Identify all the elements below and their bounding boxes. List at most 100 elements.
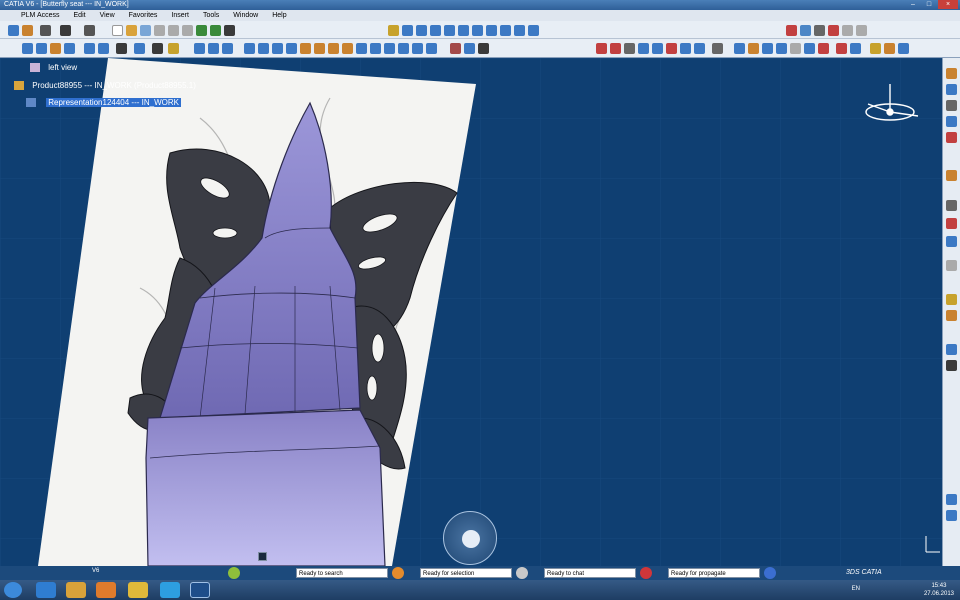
annotation-icon[interactable]: [450, 43, 461, 54]
fit-all-icon[interactable]: [388, 25, 399, 36]
paint-icon[interactable]: [836, 43, 847, 54]
chat-status-field[interactable]: Ready to chat: [544, 568, 636, 578]
move-icon[interactable]: [804, 43, 815, 54]
sketch-icon[interactable]: [168, 43, 179, 54]
iso-view-icon[interactable]: [486, 25, 497, 36]
close-button[interactable]: ×: [938, 0, 958, 9]
material-tool-icon[interactable]: [946, 170, 957, 181]
light-icon[interactable]: [610, 43, 621, 54]
box-icon[interactable]: [776, 43, 787, 54]
pattern-icon[interactable]: [356, 43, 367, 54]
pan-icon[interactable]: [402, 25, 413, 36]
settings-tool-icon[interactable]: [946, 360, 957, 371]
sticker-tool-icon[interactable]: [946, 132, 957, 143]
tree-item-left-view[interactable]: left view: [30, 62, 77, 74]
extract-icon[interactable]: [426, 43, 437, 54]
selection-status-field[interactable]: Ready for selection: [420, 568, 512, 578]
select-tool-icon[interactable]: [946, 84, 957, 95]
revolve-icon[interactable]: [98, 43, 109, 54]
filter-icon[interactable]: [478, 43, 489, 54]
cube-icon[interactable]: [842, 25, 853, 36]
publish-icon[interactable]: [898, 43, 909, 54]
maximize-button[interactable]: □: [922, 0, 936, 9]
system-clock[interactable]: 15:43 27.06.2013: [924, 582, 954, 598]
camera-tool-icon[interactable]: [946, 310, 957, 321]
color-icon[interactable]: [870, 43, 881, 54]
extrude-icon[interactable]: [84, 43, 95, 54]
brush-tool-icon[interactable]: [946, 68, 957, 79]
gear-icon[interactable]: [116, 43, 127, 54]
turntable-icon[interactable]: [694, 43, 705, 54]
measure-icon[interactable]: [814, 25, 825, 36]
magic-icon[interactable]: [884, 43, 895, 54]
minimize-button[interactable]: –: [906, 0, 920, 9]
undo-icon[interactable]: [196, 25, 207, 36]
surface-icon[interactable]: [194, 43, 205, 54]
link-tool-icon[interactable]: [946, 494, 957, 505]
translate-icon[interactable]: [300, 43, 311, 54]
fill-icon[interactable]: [208, 43, 219, 54]
curve-tool-icon[interactable]: [946, 116, 957, 127]
open-icon[interactable]: [126, 25, 137, 36]
render-quality-icon[interactable]: [638, 43, 649, 54]
skype-icon[interactable]: [160, 582, 180, 598]
mirror-icon[interactable]: [370, 43, 381, 54]
redo-icon[interactable]: [210, 25, 221, 36]
menu-view[interactable]: View: [93, 12, 122, 19]
material-icon[interactable]: [596, 43, 607, 54]
camera-icon[interactable]: [60, 25, 71, 36]
snap-tool-icon[interactable]: [946, 218, 957, 229]
cut-icon[interactable]: [154, 25, 165, 36]
scene-icon[interactable]: [712, 43, 723, 54]
language-indicator[interactable]: EN: [852, 586, 860, 592]
save-icon[interactable]: [140, 25, 151, 36]
spline-icon[interactable]: [64, 43, 75, 54]
render-icon[interactable]: [828, 25, 839, 36]
rotate-icon[interactable]: [416, 25, 427, 36]
refresh-tool-icon[interactable]: [946, 344, 957, 355]
layer-icon[interactable]: [464, 43, 475, 54]
update-tool-icon[interactable]: [946, 510, 957, 521]
start-button[interactable]: [4, 582, 22, 598]
frame-icon[interactable]: [790, 43, 801, 54]
tree-item-representation[interactable]: Representation124404 --- IN_WORK: [26, 97, 181, 109]
menu-insert[interactable]: Insert: [164, 12, 196, 19]
help-icon[interactable]: [224, 25, 235, 36]
visualization-tool-icon[interactable]: [946, 236, 957, 247]
menu-favorites[interactable]: Favorites: [122, 12, 165, 19]
blend-icon[interactable]: [222, 43, 233, 54]
sticker-icon[interactable]: [666, 43, 677, 54]
menu-plm-access[interactable]: PLM Access: [14, 12, 67, 19]
delete-icon[interactable]: [818, 43, 829, 54]
analysis-icon[interactable]: [800, 25, 811, 36]
compass-tool-icon[interactable]: [786, 25, 797, 36]
grid-icon[interactable]: [856, 25, 867, 36]
propagate-status-field[interactable]: Ready for propagate: [668, 568, 760, 578]
internet-explorer-icon[interactable]: [36, 582, 56, 598]
trim-icon[interactable]: [258, 43, 269, 54]
rotate-geometry-icon[interactable]: [314, 43, 325, 54]
boundary-icon[interactable]: [412, 43, 423, 54]
line-icon[interactable]: [36, 43, 47, 54]
join-icon[interactable]: [286, 43, 297, 54]
brush-icon[interactable]: [734, 43, 745, 54]
plane-icon[interactable]: [50, 43, 61, 54]
copy-icon[interactable]: [168, 25, 179, 36]
camera-view-icon[interactable]: [680, 43, 691, 54]
menu-help[interactable]: Help: [265, 12, 293, 19]
menu-tools[interactable]: Tools: [196, 12, 226, 19]
zoom-out-icon[interactable]: [444, 25, 455, 36]
scroll-arrow-icon[interactable]: [258, 552, 267, 561]
environment-icon[interactable]: [624, 43, 635, 54]
media-player-icon[interactable]: [96, 582, 116, 598]
tree-item-product[interactable]: Product88955 --- IN_WORK (Product88955.1…: [14, 80, 196, 92]
robot-navigation-widget[interactable]: [443, 511, 497, 565]
subdivision-icon[interactable]: [152, 43, 163, 54]
folder-icon[interactable]: [748, 43, 759, 54]
play-icon[interactable]: [462, 530, 480, 548]
chrome-icon[interactable]: [128, 582, 148, 598]
intersect-icon[interactable]: [398, 43, 409, 54]
sphere-icon[interactable]: [762, 43, 773, 54]
bookmark-icon[interactable]: [40, 25, 51, 36]
search-icon[interactable]: [22, 25, 33, 36]
